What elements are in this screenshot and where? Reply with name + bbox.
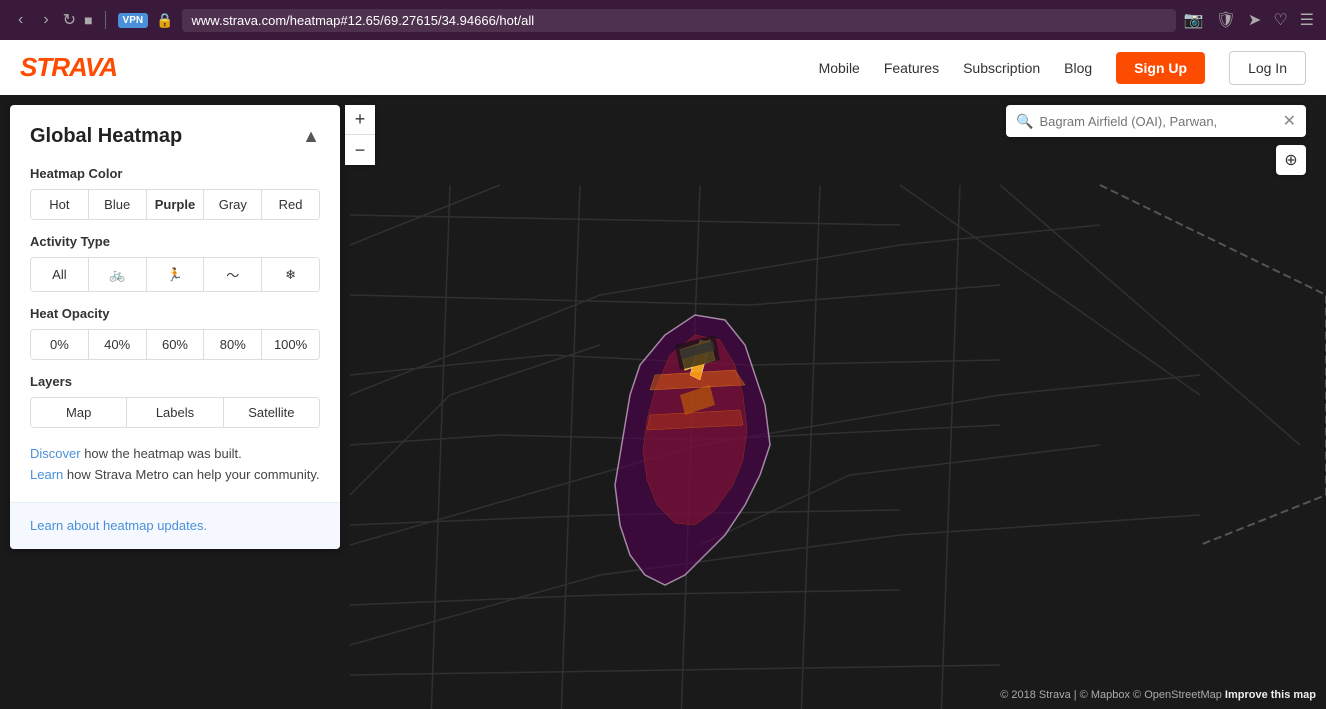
location-button[interactable]: ⊕ <box>1276 145 1306 175</box>
zoom-in-button[interactable]: + <box>345 105 375 135</box>
discover-text: how the heatmap was built. <box>81 446 242 461</box>
activity-type-group: All 🚲 🏃 〜 ❄ <box>30 257 320 292</box>
search-icon: 🔍 <box>1016 113 1033 130</box>
layer-map-button[interactable]: Map <box>31 398 127 427</box>
opacity-40-button[interactable]: 40% <box>89 330 147 359</box>
activity-all-button[interactable]: All <box>31 258 89 291</box>
sidebar-footer: Learn about heatmap updates. <box>10 502 340 549</box>
run-icon: 🏃 <box>167 267 183 283</box>
collapse-button[interactable]: ▲ <box>302 126 320 147</box>
bike-icon: 🚲 <box>109 267 125 283</box>
camera-icon[interactable]: 📷 <box>1184 10 1204 30</box>
search-input[interactable] <box>1039 114 1282 129</box>
discover-link[interactable]: Discover <box>30 446 81 461</box>
back-button[interactable]: ‹ <box>12 9 29 31</box>
heat-opacity-group: 0% 40% 60% 80% 100% <box>30 329 320 360</box>
location-icon: ⊕ <box>1284 150 1297 170</box>
color-purple-button[interactable]: Purple <box>147 190 205 219</box>
nav-blog[interactable]: Blog <box>1064 60 1092 76</box>
shield-icon[interactable]: 🛡 <box>1216 10 1236 30</box>
zoom-controls: + − <box>345 105 375 165</box>
forward-button[interactable]: › <box>37 9 54 31</box>
opacity-100-button[interactable]: 100% <box>262 330 319 359</box>
learn-link[interactable]: Learn <box>30 467 63 482</box>
sidebar-panel: Global Heatmap ▲ Heatmap Color Hot Blue … <box>10 105 340 549</box>
opacity-60-button[interactable]: 60% <box>147 330 205 359</box>
strava-logo: STRAVA <box>20 52 117 83</box>
layer-labels-button[interactable]: Labels <box>127 398 223 427</box>
reload-button[interactable]: ↻ <box>63 10 76 30</box>
learn-text: how Strava Metro can help your community… <box>63 467 319 482</box>
copyright-text: © 2018 Strava | © Mapbox © OpenStreetMap <box>1000 689 1222 701</box>
map-area[interactable]: Global Heatmap ▲ Heatmap Color Hot Blue … <box>0 95 1326 709</box>
app-container: STRAVA Mobile Features Subscription Blog… <box>0 40 1326 709</box>
search-clear-button[interactable]: ✕ <box>1283 111 1296 131</box>
heart-icon[interactable]: ♡ <box>1273 10 1287 30</box>
menu-icon[interactable]: ☰ <box>1300 10 1314 30</box>
sidebar-title: Global Heatmap <box>30 125 182 148</box>
heatmap-updates-link[interactable]: Learn about heatmap updates. <box>30 518 207 533</box>
activity-type-label: Activity Type <box>30 234 320 249</box>
activity-run-button[interactable]: 🏃 <box>147 258 205 291</box>
layers-group: Map Labels Satellite <box>30 397 320 428</box>
layer-satellite-button[interactable]: Satellite <box>224 398 319 427</box>
nav-subscription[interactable]: Subscription <box>963 60 1040 76</box>
water-icon: 〜 <box>226 265 239 284</box>
color-gray-button[interactable]: Gray <box>204 190 262 219</box>
activity-bike-button[interactable]: 🚲 <box>89 258 147 291</box>
vpn-badge: VPN <box>118 13 149 28</box>
lock-icon: 🔒 <box>156 12 173 29</box>
color-red-button[interactable]: Red <box>262 190 319 219</box>
login-button[interactable]: Log In <box>1229 51 1306 85</box>
activity-winter-button[interactable]: ❄ <box>262 258 319 291</box>
improve-map-link[interactable]: Improve this map <box>1225 689 1316 701</box>
search-bar: 🔍 ✕ <box>1006 105 1306 137</box>
sidebar-header: Global Heatmap ▲ <box>30 125 320 148</box>
browser-chrome: ‹ › ↻ ■ VPN 🔒 www.strava.com/heatmap#12.… <box>0 0 1326 40</box>
tabs-button[interactable]: ■ <box>84 12 92 28</box>
signup-button[interactable]: Sign Up <box>1116 52 1205 84</box>
activity-all-label: All <box>52 267 66 282</box>
opacity-80-button[interactable]: 80% <box>204 330 262 359</box>
heatmap-color-label: Heatmap Color <box>30 166 320 181</box>
address-bar[interactable]: www.strava.com/heatmap#12.65/69.27615/34… <box>182 9 1176 32</box>
layers-label: Layers <box>30 374 320 389</box>
navbar: STRAVA Mobile Features Subscription Blog… <box>0 40 1326 95</box>
divider <box>105 11 106 29</box>
zoom-out-button[interactable]: − <box>345 135 375 165</box>
winter-icon: ❄ <box>285 267 296 283</box>
send-icon[interactable]: ➤ <box>1248 10 1261 30</box>
color-hot-button[interactable]: Hot <box>31 190 89 219</box>
activity-water-button[interactable]: 〜 <box>204 258 262 291</box>
nav-mobile[interactable]: Mobile <box>819 60 860 76</box>
nav-links: Mobile Features Subscription Blog Sign U… <box>819 51 1306 85</box>
heat-opacity-label: Heat Opacity <box>30 306 320 321</box>
nav-features[interactable]: Features <box>884 60 939 76</box>
sidebar-description: Discover how the heatmap was built. Lear… <box>30 444 320 486</box>
map-copyright: © 2018 Strava | © Mapbox © OpenStreetMap… <box>1000 689 1316 701</box>
color-blue-button[interactable]: Blue <box>89 190 147 219</box>
opacity-0-button[interactable]: 0% <box>31 330 89 359</box>
color-options-group: Hot Blue Purple Gray Red <box>30 189 320 220</box>
browser-icons: 📷 🛡 ➤ ♡ ☰ <box>1184 10 1314 30</box>
sidebar-main: Global Heatmap ▲ Heatmap Color Hot Blue … <box>10 105 340 502</box>
